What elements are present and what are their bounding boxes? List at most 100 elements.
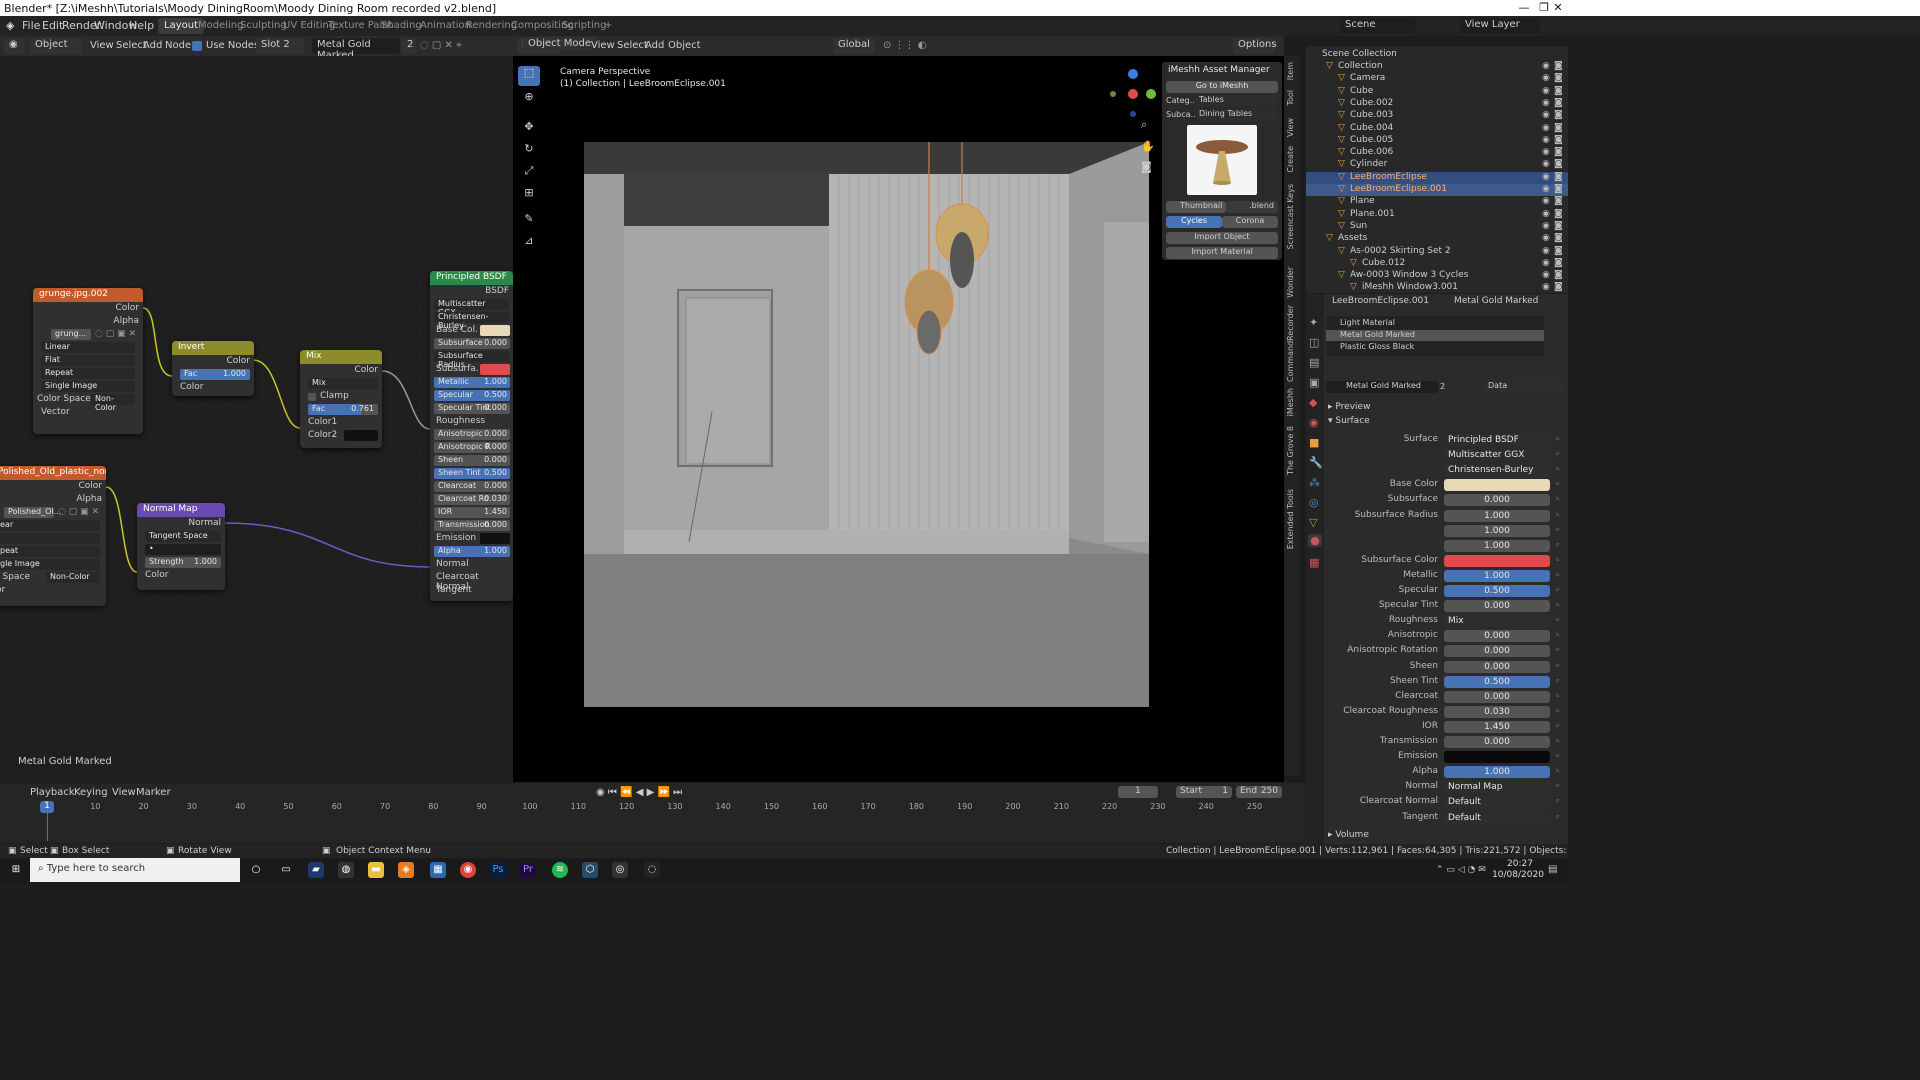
material-slot-2[interactable]: Plastic Gloss Black [1326, 342, 1544, 353]
viewport-menu-object[interactable]: Object [668, 40, 701, 51]
cycles-engine-toggle[interactable]: Cycles [1166, 216, 1222, 228]
visibility-eye-icon[interactable]: ◉ [1542, 159, 1550, 169]
property-row[interactable]: Subsurface Radius 1.000 ◦ [1306, 509, 1568, 523]
pan-icon[interactable]: ✋ [1141, 140, 1155, 153]
render-camera-icon[interactable]: ◙ [1554, 184, 1563, 194]
visibility-eye-icon[interactable]: ◉ [1542, 258, 1550, 268]
zoom-icon[interactable]: ⌕ [1141, 118, 1147, 132]
bsdf-input-field[interactable]: Subsurface Radius [434, 351, 510, 369]
visibility-eye-icon[interactable]: ◉ [1542, 123, 1550, 133]
uv-map-value[interactable]: • [145, 544, 221, 555]
property-value[interactable]: 1.450 [1444, 720, 1550, 733]
menu-view[interactable]: View [90, 40, 114, 51]
property-row[interactable]: Anisotropic 0.000 ◦ [1306, 630, 1568, 643]
bsdf-input-field[interactable]: Specular Tint 0.000 [434, 403, 510, 414]
outliner-row[interactable]: ▽ Assets ◉ ◙ [1306, 233, 1568, 245]
thumbnail-tab[interactable]: Thumbnail [1166, 201, 1226, 213]
outliner-item-name[interactable]: Plane.001 [1350, 209, 1395, 219]
clamp-checkbox[interactable] [308, 393, 316, 401]
image-texture-node-polished[interactable]: Polished_Old_plastic_normal.jpg Color Al… [0, 466, 106, 606]
keyframe-dot-icon[interactable]: ◦ [1555, 601, 1560, 611]
keyframe-dot-icon[interactable]: ◦ [1555, 450, 1560, 460]
keyframe-dot-icon[interactable]: ◦ [1555, 662, 1560, 672]
visibility-eye-icon[interactable]: ◉ [1542, 196, 1550, 206]
keying-menu[interactable]: Keying [74, 787, 108, 798]
outliner-row[interactable]: ▽ Cube ◉ ◙ [1306, 86, 1568, 98]
import-object-button[interactable]: Import Object [1166, 232, 1278, 244]
cortana-icon[interactable]: ○ [248, 862, 264, 878]
move-tool-icon[interactable]: ✥ [518, 120, 540, 133]
property-value[interactable]: 1.000 [1444, 766, 1550, 779]
property-value[interactable] [1444, 554, 1550, 567]
sidebar-tab[interactable]: The Grove 8 [1286, 426, 1300, 475]
keyframe-dot-icon[interactable]: ◦ [1555, 677, 1560, 687]
keyframe-dot-icon[interactable]: ◦ [1555, 722, 1560, 732]
object-type-dropdown[interactable]: Object [30, 38, 82, 54]
extension-value[interactable]: Repeat [41, 368, 135, 379]
tool-tab-icon[interactable]: ✦ [1309, 316, 1318, 329]
close-button[interactable]: ✕ [1548, 1, 1568, 14]
bsdf-input-row[interactable]: Sheen Tint 0.500 [434, 468, 510, 480]
keyframe-dot-icon[interactable]: ◦ [1555, 631, 1560, 641]
windows-start-icon[interactable]: ⊞ [8, 862, 24, 878]
visibility-eye-icon[interactable]: ◉ [1542, 110, 1550, 120]
bsdf-input-field[interactable]: IOR 1.450 [434, 507, 510, 518]
fac-field[interactable]: Fac 1.000 [176, 369, 250, 381]
outliner-row[interactable]: ▽ Plane.001 ◉ ◙ [1306, 209, 1568, 221]
outliner-item-name[interactable]: As-0002 Skirting Set 2 [1350, 246, 1451, 256]
timeline-frame-ruler[interactable]: 0102030405060708090100110120130140150160… [0, 801, 1306, 843]
blend-mode-dropdown[interactable]: Mix [304, 378, 378, 390]
outliner-item-name[interactable]: iMeshh Window3.001 [1362, 282, 1458, 292]
bsdf-input-row[interactable]: IOR 1.450 [434, 507, 510, 519]
source-value[interactable]: Single Image [41, 381, 135, 392]
property-row[interactable]: Normal Normal Map ◦ [1306, 781, 1568, 794]
keyframe-dot-icon[interactable]: ◦ [1555, 556, 1560, 566]
property-value[interactable]: 0.500 [1444, 585, 1550, 597]
outliner-row[interactable]: ▽ Collection ◉ ◙ [1306, 61, 1568, 73]
node-editor-canvas[interactable]: grunge.jpg.002 Color Alpha grung... ◌ ▢ ▣… [0, 56, 513, 782]
go-to-imeshh-button[interactable]: Go to iMeshh [1166, 81, 1278, 93]
bsdf-input-row[interactable]: Alpha 1.000 [434, 546, 510, 558]
viewport-mode-dropdown[interactable]: Object Mode [523, 37, 596, 50]
property-value[interactable]: 0.000 [1444, 630, 1550, 643]
interpolation-value[interactable]: Linear [41, 342, 135, 353]
bsdf-input-field[interactable]: Subsurface 0.000 [434, 338, 510, 349]
taskbar-search-box[interactable]: ⌕ Type here to search [30, 858, 240, 882]
scale-tool-icon[interactable]: ⤢ [518, 164, 540, 178]
material-slot-1[interactable]: Metal Gold Marked [1326, 330, 1544, 341]
property-row[interactable]: Transmission 0.000 ◦ [1306, 736, 1568, 749]
bsdf-color-swatch[interactable] [480, 533, 510, 544]
sidebar-tab[interactable]: CommandRecorder [1286, 305, 1300, 382]
bsdf-input-row[interactable]: Specular Tint 0.000 [434, 403, 510, 415]
property-value[interactable]: 1.000 [1444, 524, 1550, 537]
outliner-row[interactable]: ▽ LeeBroomEclipse ◉ ◙ [1306, 171, 1568, 184]
outliner-item-name[interactable]: Cube [1350, 86, 1373, 96]
property-row[interactable]: Sheen 0.000 ◦ [1306, 660, 1568, 674]
render-camera-icon[interactable]: ◙ [1554, 270, 1563, 280]
outliner-item-name[interactable]: Cube.012 [1362, 258, 1405, 268]
principled-bsdf-node[interactable]: Principled BSDF BSDF Multiscatter GGX Ch… [430, 271, 513, 601]
select-tool-icon[interactable]: ⬚ [518, 66, 540, 86]
visibility-eye-icon[interactable]: ◉ [1542, 86, 1550, 96]
bsdf-input-row[interactable]: Clearcoat 0.000 [434, 481, 510, 493]
property-row[interactable]: 1.000 ◦ [1306, 524, 1568, 538]
outliner-row[interactable]: ▽ Sun ◉ ◙ [1306, 221, 1568, 233]
playback-controls-icons[interactable]: ◉ ⏮ ⏪ ◀ ▶ ⏩ ⏭ [596, 787, 682, 798]
keyframe-dot-icon[interactable]: ◦ [1555, 541, 1560, 551]
outliner-row[interactable]: ▽ Plane ◉ ◙ [1306, 196, 1568, 208]
property-value[interactable]: 0.000 [1444, 600, 1550, 613]
property-value[interactable]: 0.000 [1444, 690, 1550, 703]
image-actions-icons[interactable]: ◌ ▢ ▣ ✕ [95, 329, 136, 339]
marker-menu[interactable]: Marker [136, 787, 171, 798]
sidebar-tab[interactable]: Screencast Keys [1286, 184, 1300, 249]
projection-value[interactable] [0, 533, 100, 544]
view-layer-selector[interactable]: View Layer [1460, 18, 1540, 34]
property-row[interactable]: Christensen-Burley ◦ [1306, 464, 1568, 477]
interpolation-value[interactable]: ear [0, 520, 100, 531]
options-dropdown[interactable]: Options [1233, 38, 1277, 54]
outliner-item-name[interactable]: Plane [1350, 196, 1375, 206]
keyframe-dot-icon[interactable]: ◦ [1555, 692, 1560, 702]
output-tab-icon[interactable]: ▤ [1309, 356, 1319, 369]
end-frame-field[interactable]: End 250 [1236, 786, 1282, 798]
bsdf-input-row[interactable]: Subsurface Radius [434, 351, 510, 369]
